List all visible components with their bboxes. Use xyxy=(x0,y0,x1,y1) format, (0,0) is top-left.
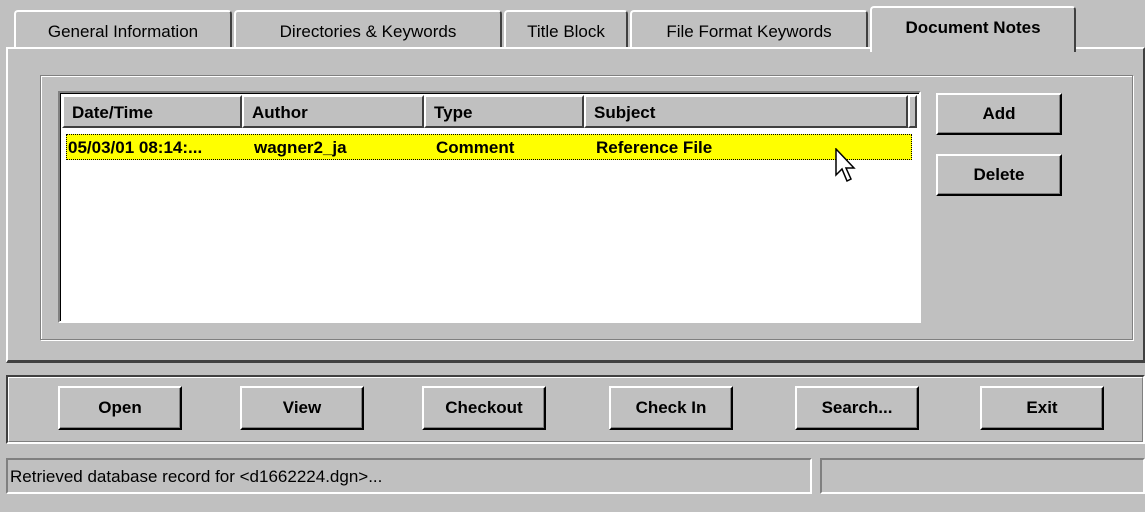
status-bar-secondary xyxy=(820,458,1145,494)
tab-label: File Format Keywords xyxy=(666,22,832,41)
tab-label: Directories & Keywords xyxy=(279,22,457,41)
check-in-button-label: Check In xyxy=(635,398,707,417)
exit-button-label: Exit xyxy=(1026,398,1058,417)
tab-label: General Information xyxy=(47,22,199,41)
view-button-label: View xyxy=(282,398,322,417)
status-text: Retrieved database record for <d1662224.… xyxy=(10,467,383,486)
tab-title-block[interactable]: Title Block xyxy=(504,10,628,48)
search-button-label: Search... xyxy=(821,398,893,417)
tab-document-notes[interactable]: Document Notes xyxy=(870,6,1076,52)
tab-label: Title Block xyxy=(527,22,605,41)
search-button[interactable]: Search... xyxy=(795,386,919,430)
check-in-button[interactable]: Check In xyxy=(609,386,733,430)
tab-general-information[interactable]: General Information xyxy=(14,10,232,48)
open-button-label: Open xyxy=(98,398,142,417)
tab-label: Document Notes xyxy=(905,18,1041,37)
tab-panel xyxy=(6,47,1145,363)
open-button[interactable]: Open xyxy=(58,386,182,430)
checkout-button[interactable]: Checkout xyxy=(422,386,546,430)
view-button[interactable]: View xyxy=(240,386,364,430)
mouse-pointer-icon xyxy=(835,148,856,183)
status-bar-message: Retrieved database record for <d1662224.… xyxy=(6,458,812,494)
tab-directories-keywords[interactable]: Directories & Keywords xyxy=(234,10,502,48)
tab-file-format-keywords[interactable]: File Format Keywords xyxy=(630,10,868,48)
exit-button[interactable]: Exit xyxy=(980,386,1104,430)
checkout-button-label: Checkout xyxy=(445,398,523,417)
